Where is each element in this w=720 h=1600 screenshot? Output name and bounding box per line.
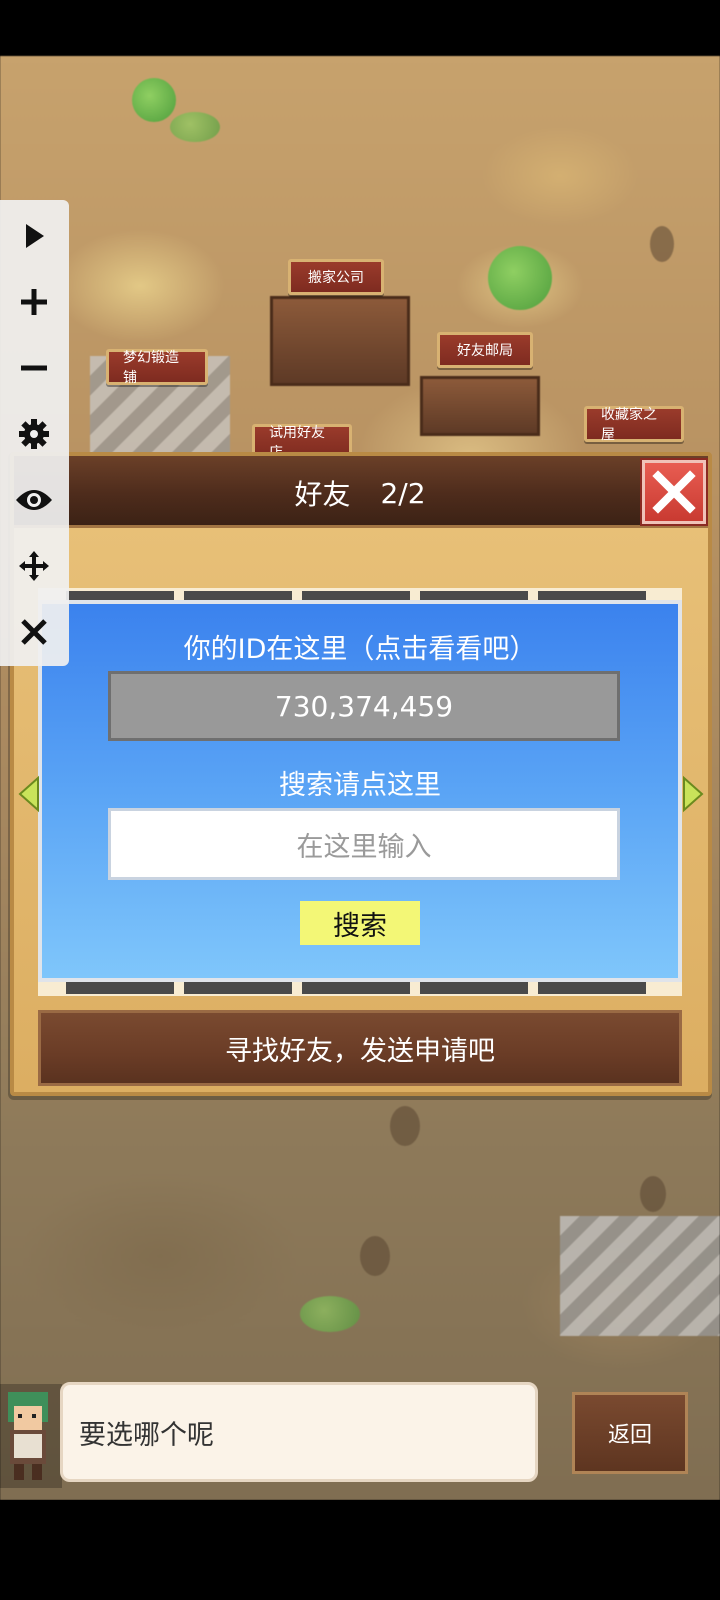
back-button[interactable]: 返回 <box>572 1392 688 1474</box>
stone-wall <box>560 1216 720 1336</box>
map-label-collector-house[interactable]: 收藏家之屋 <box>584 406 684 443</box>
player-id-field[interactable]: 730,374,459 <box>108 671 620 741</box>
frame-tab <box>420 981 528 994</box>
npc-avatar <box>0 1384 62 1488</box>
search-button[interactable]: 搜索 <box>300 901 420 945</box>
find-friends-button[interactable]: 寻找好友，发送申请吧 <box>38 1010 682 1086</box>
next-page-arrow-icon[interactable] <box>682 774 706 814</box>
settings-button[interactable] <box>10 410 58 458</box>
villager <box>640 1176 666 1212</box>
gear-icon <box>19 419 49 449</box>
prev-page-arrow-icon[interactable] <box>16 774 40 814</box>
dialog-page-indicator: 2/2 <box>380 476 426 510</box>
eye-icon <box>16 490 52 510</box>
frame-tab <box>302 981 410 994</box>
speech-bubble: 要选哪个呢 <box>60 1382 538 1482</box>
close-toolbar-button[interactable] <box>10 608 58 656</box>
house <box>270 296 410 386</box>
frame-tab <box>184 981 292 994</box>
close-dialog-button[interactable] <box>642 460 706 524</box>
visibility-button[interactable] <box>10 476 58 524</box>
close-icon <box>652 470 696 514</box>
plus-icon <box>21 289 47 315</box>
map-label-moving-company[interactable]: 搬家公司 <box>288 259 384 295</box>
villager <box>390 1106 420 1146</box>
map-label-forge[interactable]: 梦幻锻造铺 <box>106 349 208 386</box>
house <box>420 376 540 436</box>
tree <box>170 112 220 142</box>
zoom-out-button[interactable] <box>10 344 58 392</box>
minus-icon <box>21 365 47 371</box>
play-button[interactable] <box>10 212 58 260</box>
tree <box>488 246 552 310</box>
close-icon <box>21 619 47 645</box>
npc-character-sprite <box>8 1392 48 1480</box>
top-status-bar <box>0 0 720 56</box>
zoom-in-button[interactable] <box>10 278 58 326</box>
bottom-bar <box>0 1500 720 1600</box>
dialog-title: 好友 2/2 <box>180 468 540 518</box>
move-button[interactable] <box>10 542 58 590</box>
map-label-friend-post[interactable]: 好友邮局 <box>437 332 533 368</box>
villager <box>360 1236 390 1276</box>
frame-tab <box>66 981 174 994</box>
play-icon <box>26 224 44 248</box>
search-caption: 搜索请点这里 <box>279 769 441 801</box>
id-caption[interactable]: 你的ID在这里（点击看看吧） <box>100 622 620 670</box>
search-input[interactable]: 在这里输入 <box>108 808 620 880</box>
villager <box>650 226 674 262</box>
tree <box>132 78 176 122</box>
frame-tab <box>538 981 646 994</box>
move-icon <box>19 551 49 581</box>
dialog-title-text: 好友 <box>294 478 351 511</box>
bush <box>300 1296 360 1332</box>
floating-toolbar <box>0 200 69 666</box>
